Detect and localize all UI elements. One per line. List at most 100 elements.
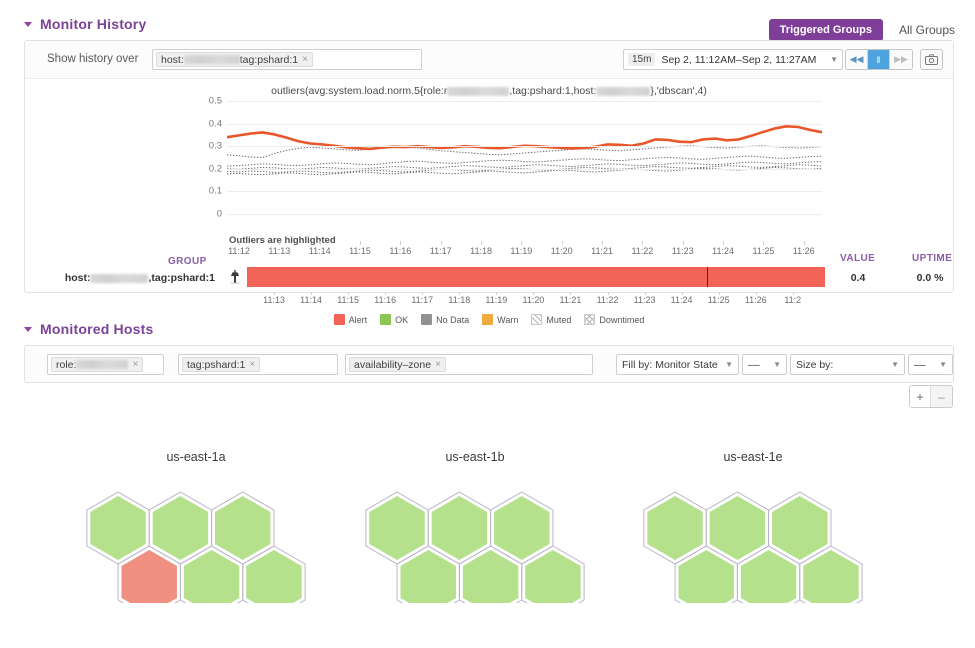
remove-tag-icon[interactable]: × (302, 54, 308, 65)
host-hexagon[interactable] (90, 496, 145, 560)
chart-plot (227, 101, 822, 214)
legend-label: Warn (497, 315, 518, 325)
redacted-group-host (90, 274, 148, 283)
host-hexagon[interactable] (741, 550, 796, 603)
fill-by-select[interactable]: Fill by: Monitor State ▼ (616, 354, 739, 375)
cluster-title: us-east-1a (36, 450, 356, 464)
legend-item: Muted (531, 314, 571, 325)
tag-filter-tag[interactable]: tag:pshard:1 × (182, 357, 260, 372)
host-hexagon[interactable] (525, 550, 580, 603)
status-bar-x-axis: 11:1311:1411:1511:1611:1711:1811:1911:20… (247, 292, 825, 308)
monitor-history-panel: Show history over host: tag:pshard:1 × 1… (24, 40, 954, 293)
size-by-value-select[interactable]: –– ▼ (908, 354, 953, 375)
redacted-role-value (447, 87, 509, 96)
collapse-caret-icon-2[interactable] (24, 327, 32, 332)
chevron-down-icon-size: ▼ (885, 360, 899, 369)
role-filter-tag[interactable]: role: × (51, 357, 143, 372)
x-tick-mark (763, 241, 764, 245)
hexagon-group[interactable] (593, 489, 913, 639)
y-axis-tick-label: 0.1 (209, 186, 222, 197)
host-hexagon[interactable] (122, 550, 177, 603)
availability-zone-tag[interactable]: availability–zone × (349, 357, 446, 372)
x-tick-mark (602, 241, 603, 245)
y-axis-tick-label: 0.3 (209, 141, 222, 152)
x-axis-tick-label: 11:18 (448, 295, 470, 305)
rewind-button[interactable]: ◀◀ (846, 50, 868, 69)
legend-swatch (584, 314, 595, 325)
status-legend: AlertOKNo DataWarnMutedDowntimed (25, 314, 953, 325)
legend-swatch (482, 314, 493, 325)
x-tick-mark (723, 241, 724, 245)
chart-series-line (227, 146, 822, 158)
x-axis-tick-label: 11:16 (389, 246, 411, 256)
host-hexagon[interactable] (647, 496, 702, 560)
group-label-suffix: ,tag:pshard:1 (148, 272, 215, 284)
tag-filter-input[interactable]: tag:pshard:1 × (178, 354, 338, 375)
x-tick-mark (360, 241, 361, 245)
outlier-chart[interactable]: 00.10.20.30.40.5 (227, 101, 822, 214)
chevron-down-icon[interactable]: ▼ (830, 55, 838, 64)
zoom-in-button[interactable]: + (910, 386, 931, 407)
host-hexagon[interactable] (803, 550, 858, 603)
x-axis-tick-label: 11:23 (634, 295, 656, 305)
x-tick-mark (521, 241, 522, 245)
x-tick-mark (320, 241, 321, 245)
remove-role-filter-icon[interactable]: × (132, 359, 138, 370)
x-axis-tick-label: 11:16 (374, 295, 396, 305)
history-scope-input[interactable]: host: tag:pshard:1 × (152, 49, 422, 70)
remove-availability-zone-icon[interactable]: × (435, 359, 441, 370)
monitor-history-section-header[interactable]: Monitor History (24, 16, 146, 32)
gridline (227, 101, 822, 102)
zoom-out-button[interactable]: – (931, 386, 952, 407)
host-hexagon[interactable] (401, 550, 456, 603)
role-filter-input[interactable]: role: × (47, 354, 164, 375)
gridline (227, 191, 822, 192)
host-hexagon[interactable] (494, 496, 549, 560)
tag-prefix: host: (161, 54, 184, 66)
host-hexagon[interactable] (184, 550, 239, 603)
y-axis-tick-label: 0.2 (209, 163, 222, 174)
status-timeline-bar[interactable] (247, 267, 825, 287)
host-hexagon[interactable] (772, 496, 827, 560)
host-hexagon[interactable] (246, 550, 301, 603)
host-hexagon[interactable] (432, 496, 487, 560)
x-axis-tick-label: 11:14 (309, 246, 331, 256)
group-by-input[interactable]: availability–zone × (345, 354, 593, 375)
legend-label: Alert (349, 315, 368, 325)
x-tick-mark (683, 241, 684, 245)
hexagon-group[interactable] (315, 489, 635, 639)
host-hexagon[interactable] (369, 496, 424, 560)
group-row-label[interactable]: host:,tag:pshard:1 (25, 272, 215, 284)
value-cell: 0.4 (830, 272, 886, 284)
x-tick-mark (642, 241, 643, 245)
host-hexagon[interactable] (153, 496, 208, 560)
snapshot-button[interactable] (920, 49, 943, 70)
history-scope-tag[interactable]: host: tag:pshard:1 × (156, 52, 313, 67)
size-by-select[interactable]: Size by: ▼ (790, 354, 905, 375)
legend-swatch (334, 314, 345, 325)
availability-zone-cluster: us-east-1e (593, 450, 913, 639)
hexagon-group[interactable] (36, 489, 356, 639)
x-axis-tick-label: 11:17 (411, 295, 433, 305)
triggered-groups-button[interactable]: Triggered Groups (769, 19, 883, 41)
host-hexagon[interactable] (463, 550, 518, 603)
legend-label: No Data (436, 315, 469, 325)
fill-by-value-label: –– (748, 359, 760, 371)
all-groups-link[interactable]: All Groups (899, 23, 955, 37)
time-range-selector[interactable]: 15m Sep 2, 11:12AM–Sep 2, 11:27AM ▼ (623, 49, 843, 70)
monitored-hosts-section-header[interactable]: Monitored Hosts (24, 321, 153, 337)
remove-tag-filter-icon[interactable]: × (249, 359, 255, 370)
x-axis-tick-label: 11:15 (337, 295, 359, 305)
x-axis-tick-label: 11:24 (712, 246, 734, 256)
legend-item: OK (380, 314, 408, 325)
legend-item: Alert (334, 314, 368, 325)
host-hexagon[interactable] (679, 550, 734, 603)
collapse-caret-icon[interactable] (24, 22, 32, 27)
host-hexagon[interactable] (710, 496, 765, 560)
host-hexagon[interactable] (215, 496, 270, 560)
hostmap-zoom-controls: + – (909, 385, 953, 408)
legend-label: OK (395, 315, 408, 325)
fill-by-value-select[interactable]: –– ▼ (742, 354, 787, 375)
pause-button[interactable]: ‖ (868, 50, 890, 69)
fast-forward-button[interactable]: ▶▶ (890, 50, 912, 69)
